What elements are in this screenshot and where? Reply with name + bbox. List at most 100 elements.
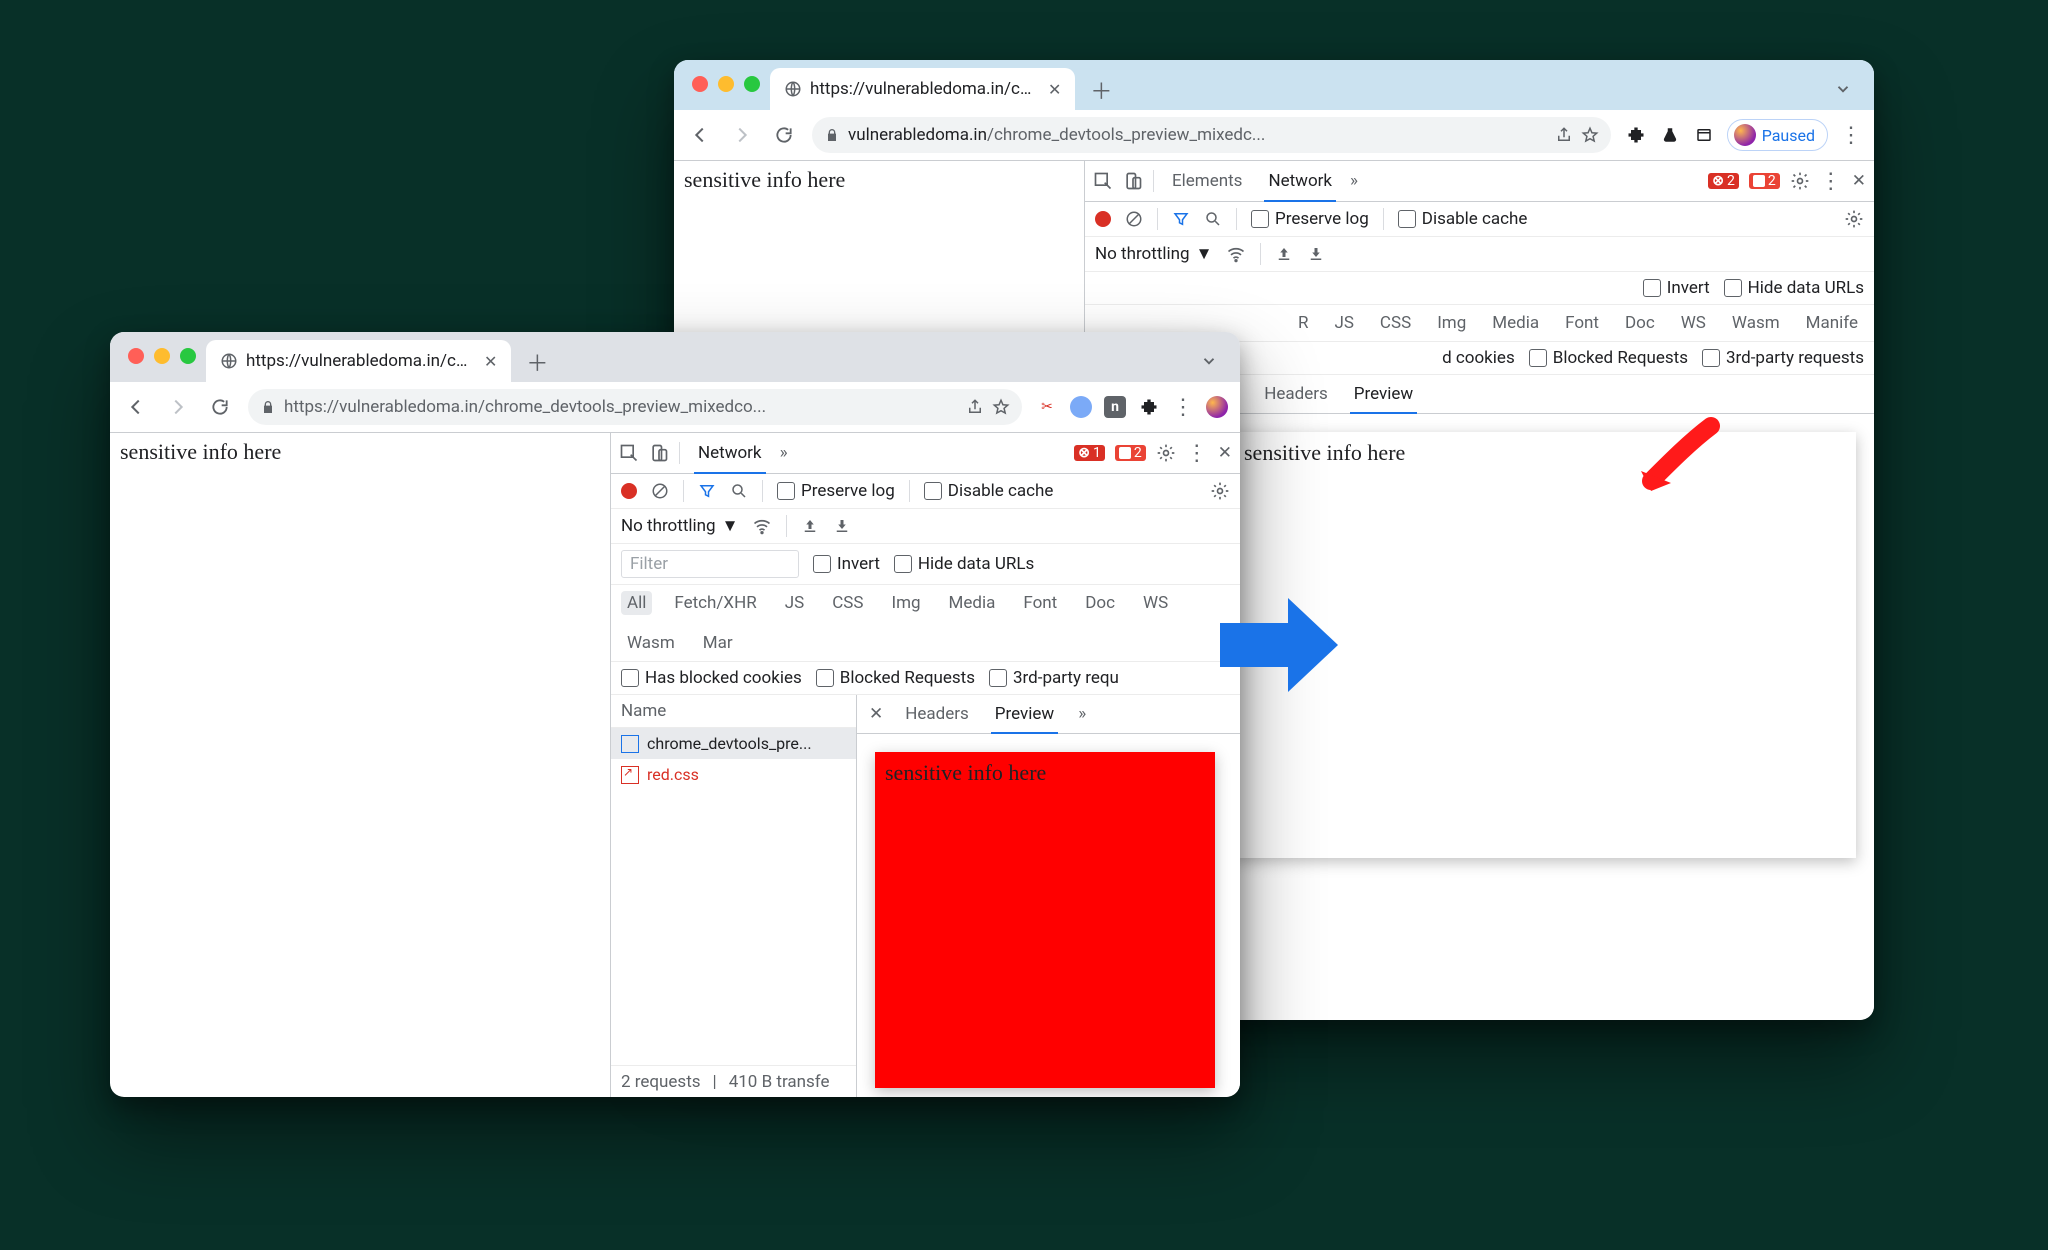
share-icon[interactable]: [1555, 126, 1573, 144]
download-icon[interactable]: [833, 517, 851, 535]
disable-cache-checkbox[interactable]: Disable cache: [924, 481, 1054, 501]
device-icon[interactable]: [1123, 171, 1143, 191]
close-window-icon[interactable]: [692, 76, 708, 92]
type-chip-all[interactable]: All: [621, 591, 652, 615]
close-tab-icon[interactable]: ✕: [484, 352, 497, 371]
bookmark-icon[interactable]: [992, 398, 1010, 416]
clear-icon[interactable]: [1125, 210, 1143, 228]
reload-button[interactable]: [206, 397, 234, 417]
flask-icon[interactable]: [1659, 124, 1681, 146]
throttling-select[interactable]: No throttling ▼: [621, 516, 738, 536]
tab-headers[interactable]: Headers: [1254, 375, 1338, 413]
blocked-cookies-checkbox[interactable]: d cookies: [1442, 348, 1515, 368]
close-tab-icon[interactable]: ✕: [1048, 80, 1061, 99]
type-chip[interactable]: Img: [1431, 311, 1472, 335]
wifi-icon[interactable]: [1226, 244, 1246, 264]
third-party-checkbox[interactable]: 3rd-party requests: [1702, 348, 1864, 368]
type-chip[interactable]: Font: [1559, 311, 1605, 335]
request-row[interactable]: chrome_devtools_pre...: [611, 728, 856, 759]
type-chip[interactable]: JS: [1328, 311, 1359, 335]
address-bar[interactable]: https://vulnerabledoma.in/chrome_devtool…: [248, 389, 1022, 425]
tab-preview[interactable]: Preview: [1344, 375, 1423, 413]
tab-network[interactable]: Network: [1260, 161, 1340, 201]
minimize-window-icon[interactable]: [718, 76, 734, 92]
third-party-checkbox[interactable]: 3rd-party requ: [989, 668, 1119, 688]
type-chip[interactable]: Img: [885, 591, 926, 615]
close-window-icon[interactable]: [128, 348, 144, 364]
reload-button[interactable]: [770, 125, 798, 145]
hide-data-urls-checkbox[interactable]: Hide data URLs: [1724, 278, 1864, 298]
close-devtools-icon[interactable]: ✕: [1218, 443, 1232, 463]
minimize-window-icon[interactable]: [154, 348, 170, 364]
gear-icon[interactable]: [1210, 481, 1230, 501]
close-detail-icon[interactable]: ✕: [863, 704, 889, 724]
tabs-dropdown-icon[interactable]: [1200, 352, 1218, 370]
menu-icon[interactable]: ⋮: [1172, 395, 1194, 420]
extensions-icon[interactable]: [1625, 124, 1647, 146]
ext-icon[interactable]: n: [1104, 396, 1126, 418]
gear-icon[interactable]: [1156, 443, 1176, 463]
browser-tab[interactable]: https://vulnerabledoma.in/chro ✕: [770, 68, 1075, 110]
blocked-requests-checkbox[interactable]: Blocked Requests: [1529, 348, 1688, 368]
devtools-menu-icon[interactable]: ⋮: [1820, 169, 1842, 194]
back-button[interactable]: [686, 124, 714, 146]
more-tabs-icon[interactable]: »: [1350, 171, 1358, 191]
type-chip[interactable]: Doc: [1079, 591, 1121, 615]
preserve-log-checkbox[interactable]: Preserve log: [777, 481, 895, 501]
type-chip[interactable]: CSS: [1374, 311, 1417, 335]
window-icon[interactable]: [1693, 124, 1715, 146]
record-icon[interactable]: [621, 483, 637, 499]
type-chip[interactable]: Font: [1017, 591, 1063, 615]
upload-icon[interactable]: [801, 517, 819, 535]
tab-headers[interactable]: Headers: [895, 695, 979, 733]
tab-preview[interactable]: Preview: [985, 695, 1064, 733]
clear-icon[interactable]: [651, 482, 669, 500]
blocked-cookies-checkbox[interactable]: Has blocked cookies: [621, 668, 802, 688]
search-icon[interactable]: [1204, 210, 1222, 228]
scissors-icon[interactable]: ✂: [1036, 396, 1058, 418]
errors-badge[interactable]: ⊗1: [1074, 445, 1105, 461]
share-icon[interactable]: [966, 398, 984, 416]
devtools-menu-icon[interactable]: ⋮: [1186, 441, 1208, 466]
wifi-icon[interactable]: [752, 516, 772, 536]
type-chip[interactable]: Fetch/XHR: [668, 591, 762, 615]
search-icon[interactable]: [730, 482, 748, 500]
close-devtools-icon[interactable]: ✕: [1852, 171, 1866, 191]
type-chip[interactable]: WS: [1137, 591, 1174, 615]
issues-badge[interactable]: 2: [1115, 445, 1146, 461]
download-icon[interactable]: [1307, 245, 1325, 263]
type-chip[interactable]: JS: [779, 591, 810, 615]
type-chip[interactable]: Media: [1486, 311, 1545, 335]
type-chip[interactable]: WS: [1675, 311, 1712, 335]
issues-badge[interactable]: 2: [1749, 173, 1780, 189]
filter-input[interactable]: Filter: [621, 550, 799, 578]
tabs-dropdown-icon[interactable]: [1834, 80, 1852, 98]
tab-elements[interactable]: Elements: [1164, 161, 1250, 201]
invert-checkbox[interactable]: Invert: [1643, 278, 1710, 298]
type-chip[interactable]: Wasm: [621, 631, 681, 655]
record-icon[interactable]: [1095, 211, 1111, 227]
window-controls[interactable]: [692, 76, 760, 92]
blocked-requests-checkbox[interactable]: Blocked Requests: [816, 668, 975, 688]
filter-icon[interactable]: [1172, 210, 1190, 228]
menu-icon[interactable]: ⋮: [1840, 123, 1862, 148]
inspect-icon[interactable]: [619, 443, 639, 463]
new-tab-button[interactable]: ＋: [521, 346, 553, 378]
inspect-icon[interactable]: [1093, 171, 1113, 191]
forward-button[interactable]: [728, 124, 756, 146]
request-row[interactable]: red.css: [611, 759, 856, 790]
type-chip[interactable]: CSS: [826, 591, 869, 615]
ext-icon[interactable]: [1070, 396, 1092, 418]
name-column-header[interactable]: Name: [611, 695, 856, 728]
gear-icon[interactable]: [1844, 209, 1864, 229]
type-chip[interactable]: R: [1292, 311, 1314, 335]
more-tabs-icon[interactable]: »: [780, 443, 788, 463]
filter-icon[interactable]: [698, 482, 716, 500]
bookmark-icon[interactable]: [1581, 126, 1599, 144]
profile-paused[interactable]: Paused: [1727, 119, 1828, 151]
type-chip[interactable]: Manife: [1800, 311, 1864, 335]
browser-tab[interactable]: https://vulnerabledoma.in/chro ✕: [206, 340, 511, 382]
disable-cache-checkbox[interactable]: Disable cache: [1398, 209, 1528, 229]
type-chip[interactable]: Wasm: [1726, 311, 1786, 335]
forward-button[interactable]: [164, 396, 192, 418]
